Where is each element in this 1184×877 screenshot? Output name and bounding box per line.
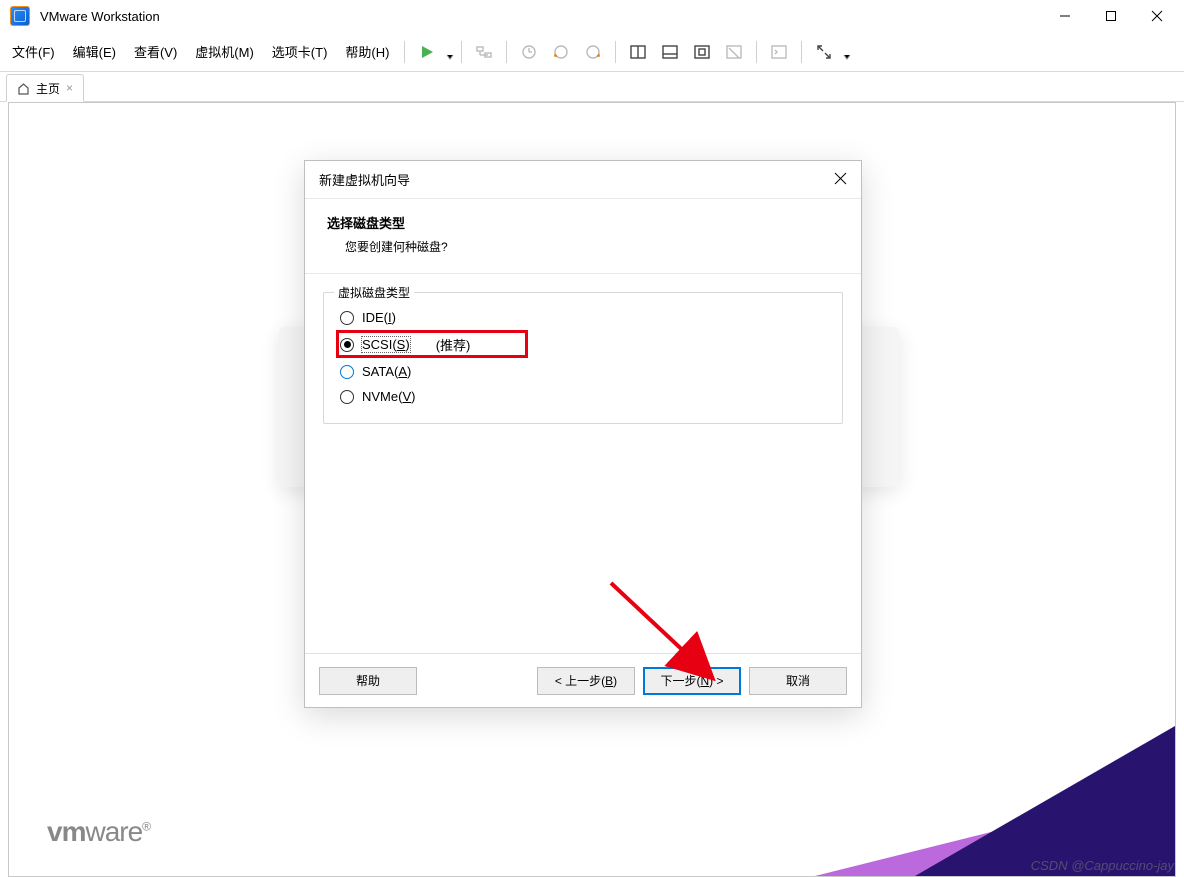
app-title: VMware Workstation (40, 9, 160, 24)
logo-reg: ® (142, 820, 150, 834)
menu-edit[interactable]: 编辑(E) (65, 38, 124, 65)
view-split-icon[interactable] (623, 37, 653, 67)
toolbar-separator (506, 41, 507, 63)
logo-prefix: vm (47, 816, 85, 847)
radio-sata-circle[interactable] (340, 365, 354, 379)
radio-scsi-circle[interactable] (340, 338, 354, 352)
menu-edit-label: 编辑(E) (73, 45, 116, 60)
disk-type-group: 虚拟磁盘类型 IDE(I) SCSI(S) (推荐) SATA(A) NVMe(… (323, 292, 843, 424)
menu-help-label: 帮助(H) (345, 45, 389, 60)
cancel-button-label: 取消 (786, 672, 810, 689)
radio-sata[interactable]: SATA(A) (338, 359, 828, 384)
menu-help[interactable]: 帮助(H) (337, 38, 397, 65)
play-dropdown[interactable] (446, 48, 454, 56)
snapshot-icon[interactable] (514, 37, 544, 67)
minimize-button[interactable] (1042, 0, 1088, 32)
radio-nvme-label: NVMe(V) (362, 389, 415, 404)
help-button-label: 帮助 (356, 672, 380, 689)
close-button[interactable] (1134, 0, 1180, 32)
next-button-label: 下一步(N) > (660, 672, 723, 689)
radio-scsi-recommended: (推荐) (436, 335, 471, 354)
toolbar-separator (615, 41, 616, 63)
menu-view[interactable]: 查看(V) (126, 38, 185, 65)
back-button-label: < 上一步(B) (555, 672, 617, 689)
new-vm-wizard-dialog: 新建虚拟机向导 选择磁盘类型 您要创建何种磁盘? 虚拟磁盘类型 IDE(I) S… (304, 160, 862, 708)
dialog-footer: 帮助 < 上一步(B) 下一步(N) > 取消 (305, 653, 861, 707)
dialog-body: 虚拟磁盘类型 IDE(I) SCSI(S) (推荐) SATA(A) NVMe(… (305, 274, 861, 442)
tab-home[interactable]: 主页 × (6, 74, 84, 102)
menu-tabs-label: 选项卡(T) (272, 45, 328, 60)
home-icon (17, 82, 30, 95)
radio-nvme-circle[interactable] (340, 390, 354, 404)
vmware-logo: vmware® (47, 816, 150, 848)
radio-sata-label: SATA(A) (362, 364, 411, 379)
next-button[interactable]: 下一步(N) > (643, 667, 741, 695)
dialog-close-button[interactable] (834, 172, 847, 188)
menu-file-label: 文件(F) (12, 45, 55, 60)
radio-nvme[interactable]: NVMe(V) (338, 384, 828, 409)
view-single-icon[interactable] (655, 37, 685, 67)
maximize-button[interactable] (1088, 0, 1134, 32)
toolbar-separator (461, 41, 462, 63)
cancel-button[interactable]: 取消 (749, 667, 847, 695)
radio-ide-label: IDE(I) (362, 310, 396, 325)
dialog-subheading: 您要创建何种磁盘? (327, 238, 839, 255)
window-title-bar: VMware Workstation (0, 0, 1184, 32)
radio-ide[interactable]: IDE(I) (338, 305, 828, 330)
snapshot-revert-icon[interactable] (546, 37, 576, 67)
radio-ide-circle[interactable] (340, 311, 354, 325)
menu-tabs[interactable]: 选项卡(T) (264, 38, 336, 65)
disk-type-legend: 虚拟磁盘类型 (334, 284, 414, 301)
logo-suffix: ware (85, 816, 142, 847)
radio-scsi-label: SCSI(S) (362, 337, 410, 352)
menu-file[interactable]: 文件(F) (4, 38, 63, 65)
dialog-title-bar: 新建虚拟机向导 (305, 161, 861, 199)
menu-view-label: 查看(V) (134, 45, 177, 60)
dialog-header: 选择磁盘类型 您要创建何种磁盘? (305, 199, 861, 274)
menu-vm[interactable]: 虚拟机(M) (187, 38, 262, 65)
toolbar-separator (404, 41, 405, 63)
toolbar-separator (801, 41, 802, 63)
menu-vm-label: 虚拟机(M) (195, 45, 254, 60)
expand-icon[interactable] (809, 37, 839, 67)
view-unity-icon[interactable] (719, 37, 749, 67)
dialog-title: 新建虚拟机向导 (319, 170, 410, 189)
tab-close-icon[interactable]: × (66, 81, 73, 95)
expand-dropdown[interactable] (843, 48, 851, 56)
menu-toolbar-row: 文件(F) 编辑(E) 查看(V) 虚拟机(M) 选项卡(T) 帮助(H) (0, 32, 1184, 72)
toolbar-separator (756, 41, 757, 63)
document-tabs: 主页 × (0, 72, 1184, 102)
network-icon[interactable] (469, 37, 499, 67)
snapshot-manage-icon[interactable] (578, 37, 608, 67)
tab-home-label: 主页 (36, 80, 60, 97)
watermark: CSDN @Cappuccino-jay (1031, 858, 1174, 873)
decor-triangle-dark (915, 726, 1175, 876)
window-controls (1042, 0, 1180, 32)
app-icon (10, 6, 30, 26)
dialog-heading: 选择磁盘类型 (327, 213, 839, 232)
back-button[interactable]: < 上一步(B) (537, 667, 635, 695)
play-button[interactable] (412, 37, 442, 67)
radio-scsi[interactable]: SCSI(S) (推荐) (338, 330, 828, 359)
help-button[interactable]: 帮助 (319, 667, 417, 695)
view-fullscreen-icon[interactable] (687, 37, 717, 67)
console-icon[interactable] (764, 37, 794, 67)
